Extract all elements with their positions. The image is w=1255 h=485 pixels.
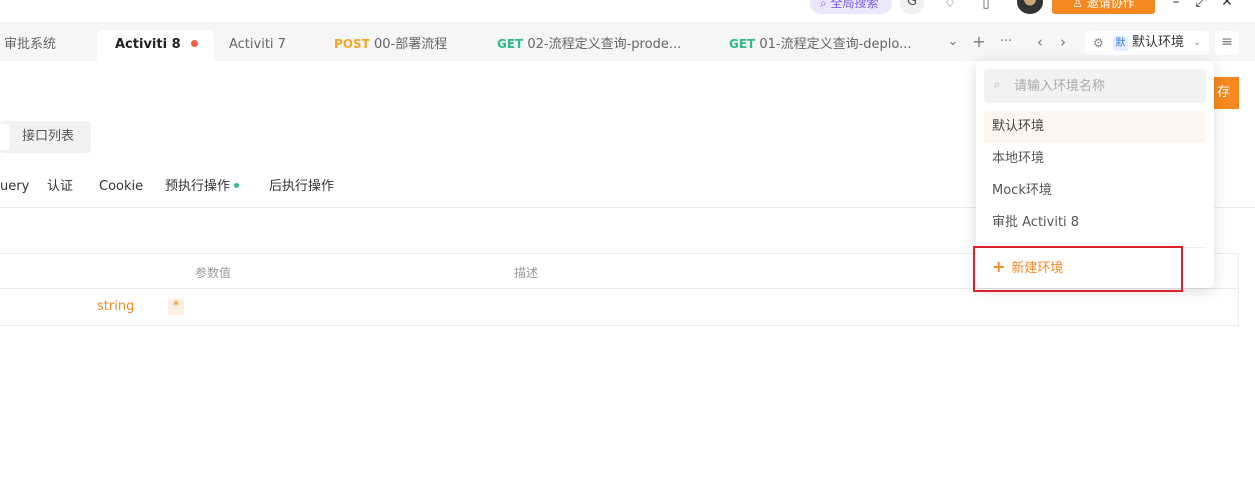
env-option-activiti-8[interactable]: 审批 Activiti 8 [984,207,1206,239]
required-mark: * [168,298,184,315]
param-tab-post-operation[interactable]: 后执行操作 [269,178,334,196]
param-tab-query[interactable]: uery [0,178,29,196]
subtab-previous[interactable] [0,124,10,150]
tab-deploy-process[interactable]: POST 00-部署流程 [334,30,447,61]
tab-label: 00-部署流程 [373,37,448,52]
avatar[interactable] [1017,0,1043,14]
invite-collaborate-button[interactable]: ♙ 邀请协作 [1052,0,1155,14]
user-icon: ♙ [1072,0,1087,10]
param-tab-pre-operation[interactable]: 预执行操作 [165,178,240,196]
environment-select[interactable]: ⚙ 默 默认环境 ⌄ [1085,31,1209,55]
env-option-default[interactable]: 默认环境 [984,111,1206,143]
search-icon: ⌕ [820,0,831,10]
tab-label: 审批系统 [4,37,57,52]
param-type[interactable]: string [97,299,134,314]
tab-shenpi-system[interactable]: 审批系统 [4,30,56,61]
global-search-label: 全局搜索 [830,0,879,10]
status-dot [234,183,240,188]
minimize-icon[interactable]: – [1168,0,1184,10]
env-option-mock[interactable]: Mock环境 [984,175,1206,207]
env-search-box: ⌕ [984,69,1206,103]
table-row[interactable]: string * [0,289,1239,326]
search-icon: ⌕ [994,77,1001,91]
tab-activiti-7[interactable]: Activiti 7 [229,30,286,61]
tab-label: 01-流程定义查询-deplo... [759,37,912,52]
chevron-right-icon[interactable]: › [1055,33,1071,51]
env-name: 默认环境 [1132,35,1185,50]
gear-icon[interactable]: ⚙ [1093,31,1104,55]
method-badge: POST [334,37,370,51]
unsaved-dot [190,40,198,47]
tab-process-query-prode[interactable]: GET 02-流程定义查询-prode... [497,30,681,61]
chevron-down-icon: ⌄ [1193,37,1202,48]
param-tab-cookie[interactable]: Cookie [99,178,143,196]
method-badge: GET [729,37,756,51]
tab-label: Activiti 7 [229,37,286,52]
invite-label: 邀请协作 [1086,0,1135,10]
env-search-input[interactable] [1014,69,1199,103]
chevron-left-icon[interactable]: ‹ [1032,33,1048,51]
header-description: 描述 [514,266,539,280]
tab-process-query-deplo[interactable]: GET 01-流程定义查询-deplo... [729,30,912,61]
highlight-annotation [973,246,1183,292]
document-icon[interactable]: ▯ [974,0,998,14]
add-tab-icon[interactable]: + [971,33,987,51]
tab-label: Activiti 8 [115,37,181,52]
tab-activiti-8[interactable]: Activiti 8 [97,30,214,61]
chevron-down-icon[interactable]: ⌄ [945,33,961,51]
param-tab-auth[interactable]: 认证 [47,178,73,196]
menu-icon[interactable]: ≡ [1215,31,1239,55]
view-switcher: 接口列表 [0,121,91,153]
global-search-button[interactable]: ⌕ 全局搜索 [810,0,892,14]
tab-label: 02-流程定义查询-prode... [527,37,682,52]
env-option-local[interactable]: 本地环境 [984,143,1206,175]
header-param-value: 参数值 [195,266,232,280]
top-bar: ⌕ 全局搜索 G ♢ ▯ ♙ 邀请协作 – ⤢ ✕ [0,0,1255,16]
env-badge: 默 [1113,36,1128,51]
g-icon[interactable]: G [900,0,924,14]
method-badge: GET [497,37,524,51]
close-icon[interactable]: ✕ [1219,0,1235,10]
maximize-icon[interactable]: ⤢ [1193,0,1209,10]
param-tab-label: 预执行操作 [165,179,231,194]
bell-icon[interactable]: ♢ [938,0,962,14]
more-icon[interactable]: ··· [998,33,1014,51]
subtab-api-list[interactable]: 接口列表 [22,121,74,153]
